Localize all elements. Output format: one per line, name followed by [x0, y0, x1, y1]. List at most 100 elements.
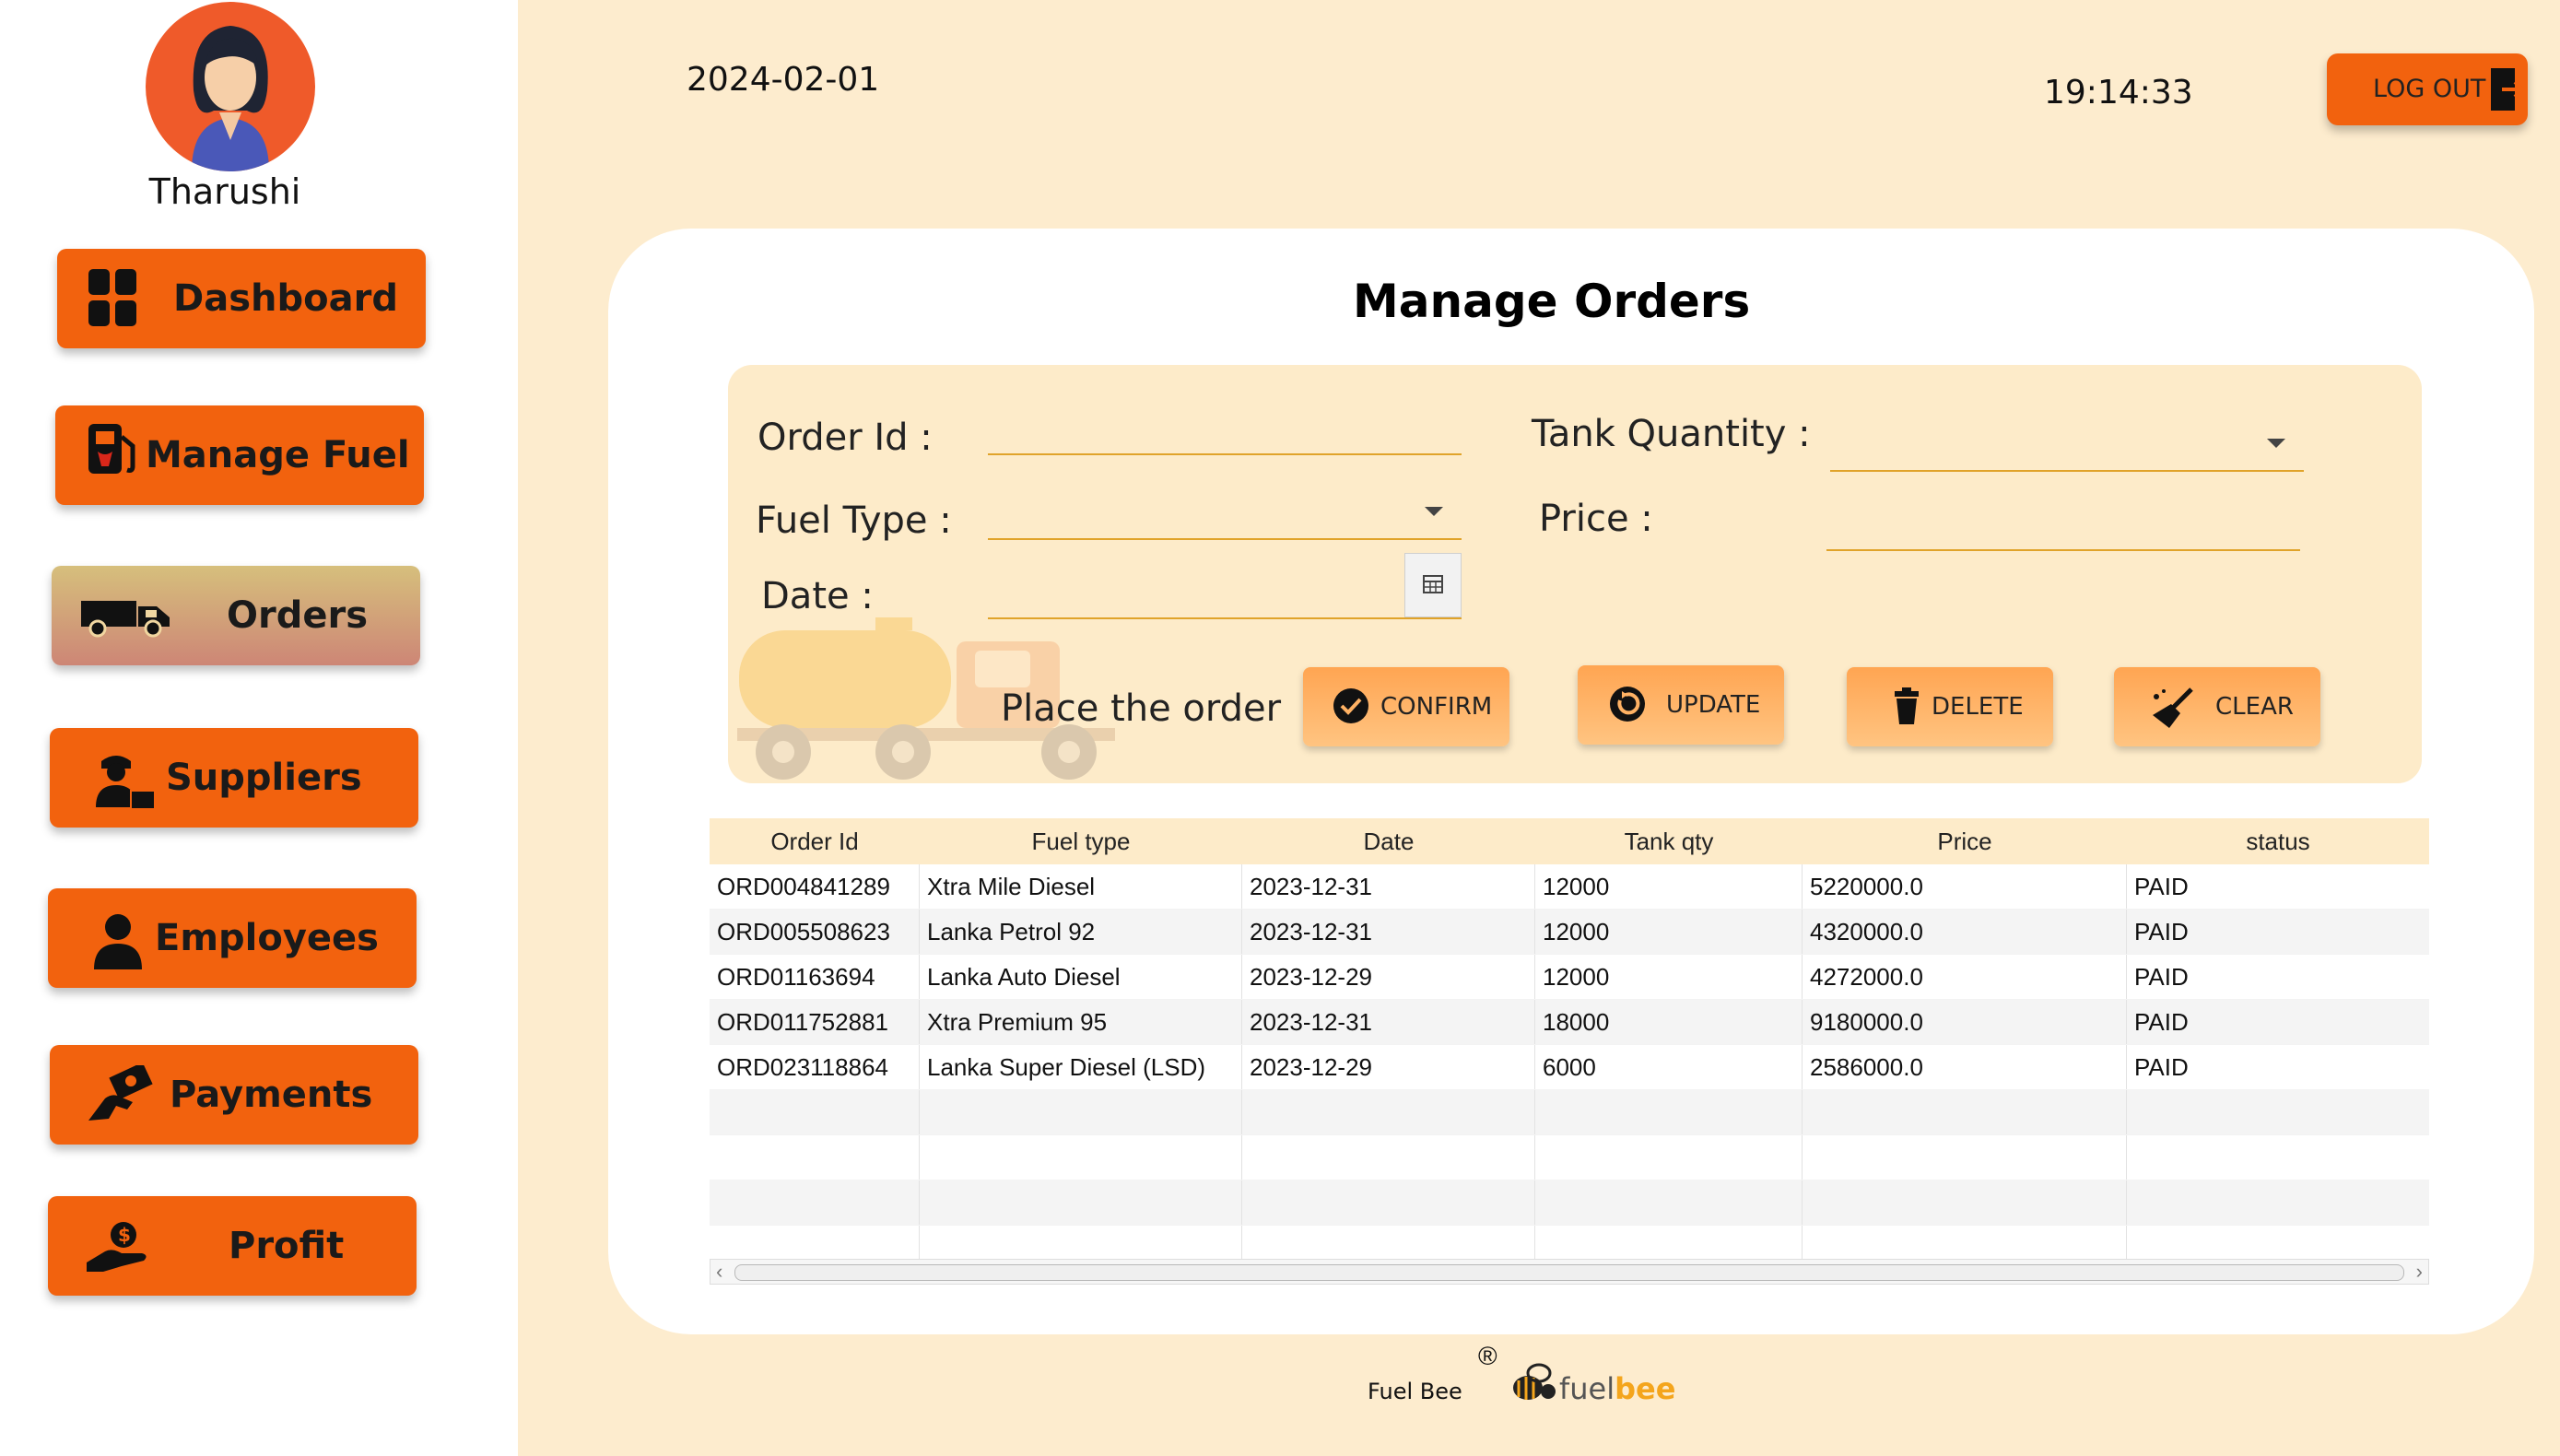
cell-status: PAID — [2134, 918, 2189, 945]
price-input[interactable] — [1826, 512, 2300, 551]
sidebar-item-label: Manage Fuel — [146, 434, 410, 476]
cell-tank-qty: 12000 — [1535, 864, 1803, 909]
table-row[interactable]: ORD011752881 Xtra Premium 95 2023-12-31 … — [710, 1000, 2429, 1045]
delete-label: DELETE — [1932, 693, 2024, 721]
logout-button[interactable]: LOG OUT — [2327, 53, 2528, 125]
page-title: Manage Orders — [1353, 275, 1751, 328]
column-header-order-id[interactable]: Order Id — [710, 818, 920, 864]
grid-icon — [87, 267, 138, 337]
sidebar-item-label: Dashboard — [173, 277, 398, 320]
date-picker-input[interactable] — [988, 581, 1462, 619]
price-label: Price : — [1539, 498, 1653, 540]
sidebar-item-orders[interactable]: Orders — [52, 566, 420, 665]
cell-date: 2023-12-29 — [1242, 955, 1535, 999]
cell-order-id: ORD01163694 — [710, 955, 920, 999]
delivery-person-icon — [88, 748, 157, 818]
avatar-illustration — [192, 26, 269, 171]
cell-fuel-type: Lanka Auto Diesel — [920, 955, 1242, 999]
cell-date: 2023-12-29 — [1242, 1045, 1535, 1089]
sidebar-item-label: Payments — [170, 1074, 373, 1116]
orders-table: Order Id Fuel type Date Tank qty Price s… — [710, 818, 2429, 1271]
table-header: Order Id Fuel type Date Tank qty Price s… — [710, 818, 2429, 864]
confirm-button[interactable]: CONFIRM — [1303, 667, 1509, 746]
svg-text:$: $ — [118, 1224, 131, 1246]
user-avatar — [146, 2, 315, 171]
column-header-status[interactable]: status — [2127, 818, 2429, 864]
sidebar-item-label: Employees — [155, 917, 379, 959]
cell-fuel-type: Lanka Super Diesel (LSD) — [920, 1045, 1242, 1089]
footer-brand-text: Fuel Bee — [1368, 1379, 1462, 1404]
logout-label: LOG OUT — [2373, 75, 2486, 103]
scroll-left-icon[interactable]: ‹ — [716, 1260, 722, 1284]
clear-button[interactable]: CLEAR — [2114, 667, 2320, 746]
registered-mark: ® — [1478, 1342, 1497, 1370]
order-id-input[interactable] — [988, 417, 1462, 455]
tank-quantity-label: Tank Quantity : — [1532, 413, 1811, 455]
scrollbar-thumb[interactable] — [734, 1264, 2404, 1281]
current-time: 19:14:33 — [2044, 74, 2193, 112]
sidebar: Tharushi Dashboard Manage Fuel Orders Su… — [0, 0, 518, 1456]
scroll-right-icon[interactable]: › — [2416, 1260, 2423, 1284]
table-row[interactable]: ORD005508623 Lanka Petrol 92 2023-12-31 … — [710, 910, 2429, 955]
table-row[interactable]: ORD01163694 Lanka Auto Diesel 2023-12-29… — [710, 955, 2429, 1000]
sidebar-item-label: Profit — [229, 1225, 345, 1267]
update-button[interactable]: UPDATE — [1578, 665, 1784, 745]
sidebar-item-suppliers[interactable]: Suppliers — [50, 728, 418, 828]
cell-price: 4272000.0 — [1803, 955, 2127, 999]
cell-status: PAID — [2134, 1053, 2189, 1081]
calendar-icon — [1423, 575, 1443, 593]
cell-tank-qty: 6000 — [1535, 1045, 1803, 1089]
cell-fuel-type: Xtra Premium 95 — [920, 1000, 1242, 1044]
cell-date: 2023-12-31 — [1242, 864, 1535, 909]
cell-order-id: ORD023118864 — [710, 1045, 920, 1089]
fuel-type-label: Fuel Type : — [756, 499, 952, 542]
sidebar-item-dashboard[interactable]: Dashboard — [57, 249, 426, 348]
column-header-tank-qty[interactable]: Tank qty — [1535, 818, 1803, 864]
chevron-down-icon[interactable] — [2267, 439, 2285, 448]
clear-label: CLEAR — [2215, 693, 2294, 721]
cell-status: PAID — [2134, 963, 2189, 991]
fuel-type-select[interactable] — [988, 501, 1462, 540]
cell-tank-qty: 12000 — [1535, 955, 1803, 999]
cell-price: 9180000.0 — [1803, 1000, 2127, 1044]
logo-part-fuel: fuel — [1559, 1371, 1615, 1406]
sidebar-item-payments[interactable]: Payments — [50, 1045, 418, 1145]
order-id-label: Order Id : — [757, 417, 933, 459]
cell-tank-qty: 18000 — [1535, 1000, 1803, 1044]
refresh-icon — [1607, 686, 1648, 727]
cell-price: 2586000.0 — [1803, 1045, 2127, 1089]
cell-price: 5220000.0 — [1803, 864, 2127, 909]
column-header-fuel-type[interactable]: Fuel type — [920, 818, 1242, 864]
table-row[interactable]: ORD023118864 Lanka Super Diesel (LSD) 20… — [710, 1045, 2429, 1090]
sidebar-item-label: Suppliers — [166, 757, 362, 799]
cell-date: 2023-12-31 — [1242, 910, 1535, 954]
fuelbee-logo: fuelbee — [1559, 1371, 1675, 1406]
update-label: UPDATE — [1666, 691, 1761, 719]
sidebar-item-label: Orders — [227, 594, 369, 637]
fuel-pump-icon — [85, 420, 140, 487]
delete-button[interactable]: DELETE — [1847, 667, 2053, 746]
cell-fuel-type: Xtra Mile Diesel — [920, 864, 1242, 909]
hand-cash-icon — [85, 1062, 155, 1139]
broom-icon — [2151, 687, 2197, 734]
confirm-label: CONFIRM — [1380, 693, 1493, 721]
empty-table-row — [710, 1090, 2429, 1135]
tank-quantity-select[interactable] — [1830, 433, 2304, 472]
table-row[interactable]: ORD004841289 Xtra Mile Diesel 2023-12-31… — [710, 864, 2429, 910]
empty-table-row — [710, 1135, 2429, 1180]
truck-icon — [79, 593, 171, 647]
column-header-price[interactable]: Price — [1803, 818, 2127, 864]
chevron-down-icon[interactable] — [1425, 507, 1443, 516]
sidebar-item-employees[interactable]: Employees — [48, 888, 417, 988]
sidebar-item-profit[interactable]: $ Profit — [48, 1196, 417, 1296]
sidebar-item-manage-fuel[interactable]: Manage Fuel — [55, 405, 424, 505]
column-header-date[interactable]: Date — [1242, 818, 1535, 864]
hand-coin-icon: $ — [85, 1220, 155, 1285]
cell-order-id: ORD005508623 — [710, 910, 920, 954]
place-order-label: Place the order — [1001, 687, 1282, 730]
horizontal-scrollbar[interactable]: ‹ › — [710, 1259, 2429, 1285]
person-icon — [90, 910, 146, 979]
calendar-button[interactable] — [1404, 553, 1462, 617]
bee-logo-icon — [1509, 1360, 1559, 1411]
cell-status: PAID — [2134, 873, 2189, 900]
